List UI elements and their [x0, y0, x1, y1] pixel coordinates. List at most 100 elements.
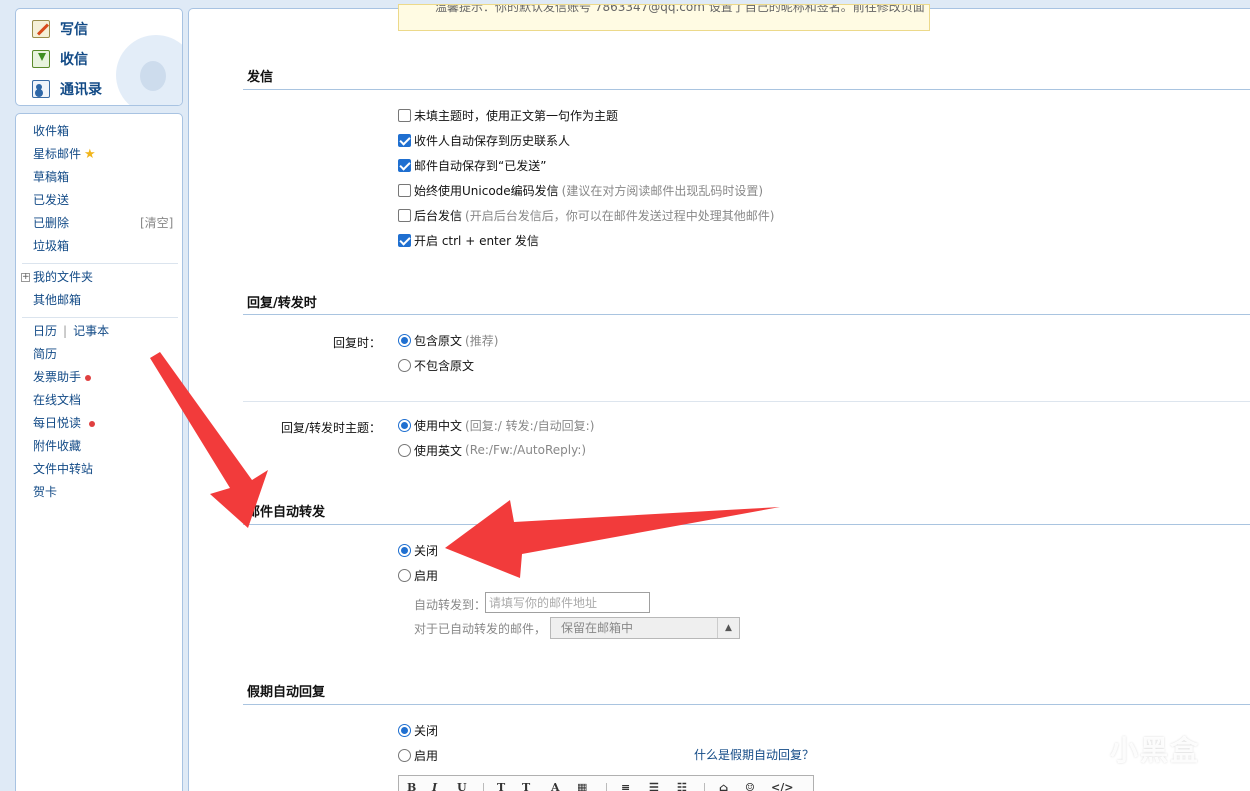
option-hint: (推荐) — [465, 333, 499, 348]
compose-button[interactable]: 写信 — [32, 18, 88, 40]
folder-sidebar: 收件箱 星标邮件 ★ 草稿箱 已发送 已删除 [清空] 垃圾箱 + 我的文件夹 其… — [15, 113, 183, 791]
sidebar-item-online-docs[interactable]: 在线文档 — [33, 391, 81, 409]
sidebar-item-notebook[interactable]: 记事本 — [73, 324, 109, 338]
select-updown-icon: ▲ — [717, 618, 739, 638]
radio-forward-off[interactable]: 关闭 — [398, 541, 438, 559]
watermark-logo-icon — [1057, 728, 1103, 770]
checkbox[interactable] — [398, 208, 411, 222]
option-hint: (回复:/ 转发:/自动回复:) — [465, 418, 595, 433]
sidebar-item-inbox[interactable]: 收件箱 — [33, 122, 69, 140]
radio-selected[interactable] — [398, 418, 411, 432]
font-size-button[interactable]: T — [522, 781, 530, 791]
sidebar-item-attachments[interactable]: 附件收藏 — [33, 437, 81, 455]
section-title-auto-forward: 邮件自动转发 — [247, 505, 326, 520]
option-label: 始终使用Unicode编码发信 — [414, 183, 559, 198]
radio-exclude-original[interactable]: 不包含原文 — [398, 356, 474, 374]
clear-deleted-link[interactable]: [清空] — [140, 214, 173, 232]
emoji-button[interactable]: ☺ — [745, 781, 755, 791]
option-save-recipients[interactable]: 收件人自动保存到历史联系人 — [398, 131, 570, 149]
sidebar-item-deleted[interactable]: 已删除 — [33, 214, 69, 232]
radio[interactable] — [398, 748, 411, 762]
sidebar-item-daily-read[interactable]: 每日悦读 — [33, 414, 96, 432]
option-ctrl-enter-send[interactable]: 开启 ctrl + enter 发信 — [398, 231, 539, 249]
watermark-text: 小黑盒 — [1110, 734, 1201, 767]
option-hint: (建议在对方阅读邮件出现乱码时设置) — [561, 183, 764, 198]
sidebar-item-calendar[interactable]: 日历 — [33, 324, 57, 338]
sidebar-divider — [22, 263, 178, 264]
sidebar-item-resume[interactable]: 简历 — [33, 345, 57, 363]
radio-include-original[interactable]: 包含原文 (推荐) — [398, 331, 498, 349]
radio-selected[interactable] — [398, 723, 411, 737]
forward-address-input[interactable] — [485, 592, 650, 613]
sidebar-item-file-transfer[interactable]: 文件中转站 — [33, 460, 93, 478]
notice-text: 温馨提示：你的默认发信账号 7863347@qq.com 设置了自己的昵称和签名… — [435, 4, 925, 14]
option-background-send[interactable]: 后台发信 (开启后台发信后，你可以在邮件发送过程中处理其他邮件) — [398, 206, 774, 224]
radio-vacation-off[interactable]: 关闭 — [398, 721, 438, 739]
option-unicode-encoding[interactable]: 始终使用Unicode编码发信 (建议在对方阅读邮件出现乱码时设置) — [398, 181, 763, 199]
radio-selected[interactable] — [398, 543, 411, 557]
italic-button[interactable]: I — [432, 781, 437, 791]
radio[interactable] — [398, 443, 411, 457]
sidebar-item-spam[interactable]: 垃圾箱 — [33, 237, 69, 255]
after-forward-select[interactable]: 保留在邮箱中 ▲ — [550, 617, 740, 639]
compose-label: 写信 — [60, 22, 88, 38]
star-icon: ★ — [84, 147, 96, 162]
option-save-to-sent[interactable]: 邮件自动保存到“已发送” — [398, 156, 546, 174]
sidebar-item-greeting-card[interactable]: 贺卡 — [33, 483, 57, 501]
sidebar-item-starred[interactable]: 星标邮件 ★ — [33, 145, 96, 163]
sidebar-item-other-mailbox[interactable]: 其他邮箱 — [33, 291, 81, 309]
receive-label: 收信 — [60, 52, 88, 68]
settings-panel — [188, 8, 1250, 791]
toolbar-separator — [704, 783, 705, 791]
section-divider — [243, 314, 1250, 315]
after-forward-value: 保留在邮箱中 — [561, 621, 634, 635]
radio-chinese-prefix[interactable]: 使用中文 (回复:/ 转发:/自动回复:) — [398, 416, 594, 434]
option-label: 收件人自动保存到历史联系人 — [414, 133, 571, 148]
radio-selected[interactable] — [398, 333, 411, 347]
sidebar-item-my-folders[interactable]: 我的文件夹 — [33, 268, 93, 286]
sidebar-item-invoice[interactable]: 发票助手 — [33, 368, 92, 386]
expand-plus-icon[interactable]: + — [21, 273, 30, 282]
vacation-help-link[interactable]: 什么是假期自动回复？ — [694, 746, 814, 763]
background-color-button[interactable]: ▦ — [577, 781, 587, 791]
quick-actions-panel: 写信 收信 通讯录 — [15, 8, 183, 106]
radio-forward-on[interactable]: 启用 — [398, 566, 438, 584]
contacts-label: 通讯录 — [60, 82, 102, 98]
checkbox-checked[interactable] — [398, 158, 411, 172]
bold-button[interactable]: B — [407, 781, 416, 791]
html-source-button[interactable]: </> — [771, 781, 793, 791]
underline-button[interactable]: U — [457, 781, 467, 791]
receive-button[interactable]: 收信 — [32, 48, 88, 70]
font-color-button[interactable]: A — [551, 781, 560, 791]
radio[interactable] — [398, 358, 411, 372]
sidebar-item-drafts[interactable]: 草稿箱 — [33, 168, 69, 186]
subsection-divider — [243, 401, 1250, 402]
align-button[interactable]: ≡ — [621, 781, 630, 791]
section-divider — [243, 89, 1250, 90]
font-button[interactable]: T — [497, 781, 505, 791]
radio[interactable] — [398, 568, 411, 582]
section-title-reply: 回复/转发时 — [247, 296, 317, 311]
sidebar-item-sent[interactable]: 已发送 — [33, 191, 69, 209]
option-use-first-line-as-subject[interactable]: 未填主题时，使用正文第一句作为主题 — [398, 106, 618, 124]
option-label: 包含原文 — [414, 333, 463, 348]
sidebar-calendar-notebook-row: 日历 | 记事本 — [33, 322, 109, 340]
checkbox[interactable] — [398, 108, 411, 122]
section-title-vacation-reply: 假期自动回复 — [247, 685, 326, 700]
compose-icon — [32, 20, 50, 38]
radio-vacation-on[interactable]: 启用 — [398, 746, 438, 764]
option-hint: (Re:/Fw:/AutoReply:) — [465, 443, 587, 457]
new-dot-icon — [85, 374, 92, 381]
reply-label: 回复时： — [333, 336, 382, 350]
contacts-button[interactable]: 通讯录 — [32, 78, 102, 100]
option-hint: (开启后台发信后，你可以在邮件发送过程中处理其他邮件) — [465, 208, 775, 223]
radio-english-prefix[interactable]: 使用英文 (Re:/Fw:/AutoReply:) — [398, 441, 586, 459]
bullet-list-button[interactable]: ☷ — [677, 781, 687, 791]
xiaoheihe-watermark: 小黑盒 — [1057, 726, 1230, 772]
checkbox[interactable] — [398, 183, 411, 197]
numbered-list-button[interactable]: ☰ — [649, 781, 659, 791]
toolbar-separator — [483, 783, 484, 791]
link-button[interactable]: ⌂ — [719, 781, 728, 791]
checkbox-checked[interactable] — [398, 233, 411, 247]
checkbox-checked[interactable] — [398, 133, 411, 147]
